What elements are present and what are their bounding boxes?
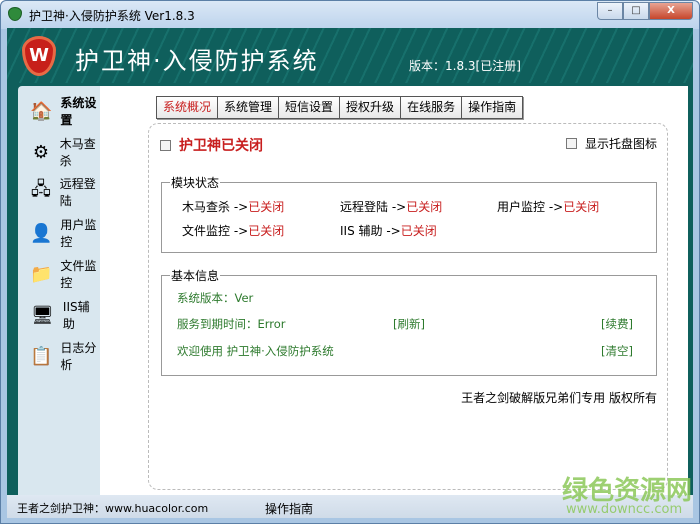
module-status: 文件监控 ->已关闭 — [182, 222, 284, 239]
app-header: W 护卫神·入侵防护系统 版本：1.8.3[已注册] — [7, 28, 693, 83]
module-status-group: 模块状态 木马查杀 ->已关闭 远程登陆 ->已关闭 用户监控 ->已关闭 文件… — [161, 174, 657, 253]
log-icon: 📋 — [30, 345, 53, 367]
module-state: 已关闭 — [400, 224, 437, 238]
sidebar-item[interactable]: 👤 用户监控 — [30, 218, 100, 249]
protection-status-label: 护卫神已关闭 — [179, 138, 263, 154]
version-label: 版本：1.8.3[已注册] — [409, 59, 521, 73]
network-icon: 🖧 — [30, 179, 51, 200]
sidebar-item-label: 文件监控 — [60, 259, 97, 290]
close-button[interactable]: X — [649, 2, 693, 20]
tab-bar: 系统概况 系统管理 短信设置 授权升级 在线服务 操作指南 — [156, 96, 524, 119]
tab[interactable]: 操作指南 — [461, 96, 524, 119]
status-website: 王者之剑护卫神：www.huacolor.com — [17, 502, 209, 515]
tray-icon-toggle[interactable]: 显示托盘图标 — [565, 135, 657, 152]
tab[interactable]: 在线服务 — [400, 96, 463, 119]
module-name: 远程登陆 -> — [340, 200, 407, 214]
sidebar-item[interactable]: 📋 日志分析 — [30, 341, 100, 372]
module-state: 已关闭 — [563, 200, 600, 214]
server-icon: 🖥 — [31, 304, 54, 326]
overview-panel: 护卫神已关闭 显示托盘图标 模块状态 木马查杀 ->已关闭 远程登陆 ->已关闭… — [148, 123, 668, 490]
module-state: 已关闭 — [248, 200, 285, 214]
service-expiry: 服务到期时间：Error — [177, 317, 286, 331]
sidebar-item-label: 木马查杀 — [59, 137, 96, 168]
renew-link[interactable]: [续费] — [601, 316, 633, 332]
maximize-button[interactable]: □ — [623, 2, 649, 20]
module-state: 已关闭 — [248, 224, 285, 238]
module-name: 木马查杀 -> — [182, 200, 249, 214]
status-guide-link[interactable]: 操作指南 — [265, 500, 313, 517]
sidebar: 🏠 系统设置 ⚙ 木马查杀 🖧 远程登陆 👤 用户监控 📁 文件监控 🖥 IIS辅助 📋 日志分析 — [18, 86, 100, 495]
tab[interactable]: 短信设置 — [278, 96, 341, 119]
sidebar-item[interactable]: 🏠 系统设置 — [30, 96, 100, 127]
sidebar-item-label: IIS辅助 — [62, 300, 90, 331]
shield-app-icon — [8, 7, 22, 21]
module-name: IIS 辅助 -> — [340, 224, 401, 238]
window-title: 护卫神·入侵防护系统 Ver1.8.3 — [29, 9, 195, 23]
watermark-url: www.downcc.com — [566, 502, 683, 517]
sidebar-item-label: 系统设置 — [60, 96, 97, 127]
title-bar[interactable]: 护卫神·入侵防护系统 Ver1.8.3 – □ X — [1, 1, 699, 29]
refresh-link[interactable]: [刷新] — [393, 316, 425, 332]
module-status: 远程登陆 ->已关闭 — [340, 198, 442, 215]
module-status: 木马查杀 ->已关闭 — [182, 198, 284, 215]
group-title: 基本信息 — [170, 267, 221, 284]
main-content: 系统概况 系统管理 短信设置 授权升级 在线服务 操作指南 护卫神已关闭 显示托盘图标 模… — [100, 86, 688, 495]
module-status: 用户监控 ->已关闭 — [497, 198, 599, 215]
file-icon: 📁 — [30, 263, 53, 285]
tray-icon-checkbox[interactable] — [565, 138, 577, 149]
clear-link[interactable]: [清空] — [601, 343, 633, 359]
module-state: 已关闭 — [406, 200, 443, 214]
sidebar-item[interactable]: ⚙ 木马查杀 — [30, 137, 100, 168]
module-status: IIS 辅助 ->已关闭 — [340, 222, 437, 239]
gear-scroll-icon: ⚙ — [32, 141, 49, 163]
minimize-button[interactable]: – — [597, 2, 623, 20]
module-name: 文件监控 -> — [182, 224, 249, 238]
welcome-message: 欢迎使用 护卫神·入侵防护系统 — [177, 344, 334, 358]
tab[interactable]: 授权升级 — [339, 96, 402, 119]
copyright-text: 王者之剑破解版兄弟们专用 版权所有 — [461, 391, 657, 405]
tab[interactable]: 系统管理 — [217, 96, 280, 119]
sidebar-item-label: 用户监控 — [60, 218, 97, 249]
tab[interactable]: 系统概况 — [156, 96, 219, 119]
system-version: 系统版本：Ver — [177, 291, 254, 305]
sidebar-item[interactable]: 📁 文件监控 — [30, 259, 100, 290]
sidebar-item[interactable]: 🖧 远程登陆 — [30, 177, 100, 208]
app-title: 护卫神·入侵防护系统 — [75, 47, 319, 75]
sidebar-item[interactable]: 🖥 IIS辅助 — [30, 300, 100, 331]
module-name: 用户监控 -> — [497, 200, 564, 214]
group-title: 模块状态 — [170, 174, 221, 191]
shield-logo-icon: W — [22, 36, 56, 76]
sidebar-item-label: 日志分析 — [60, 341, 97, 372]
tray-icon-label: 显示托盘图标 — [584, 137, 657, 151]
home-icon: 🏠 — [30, 100, 53, 122]
user-icon: 👤 — [30, 222, 53, 244]
sidebar-item-label: 远程登陆 — [59, 177, 96, 208]
protection-toggle[interactable]: 护卫神已关闭 — [160, 135, 263, 155]
protection-checkbox[interactable] — [160, 139, 171, 151]
